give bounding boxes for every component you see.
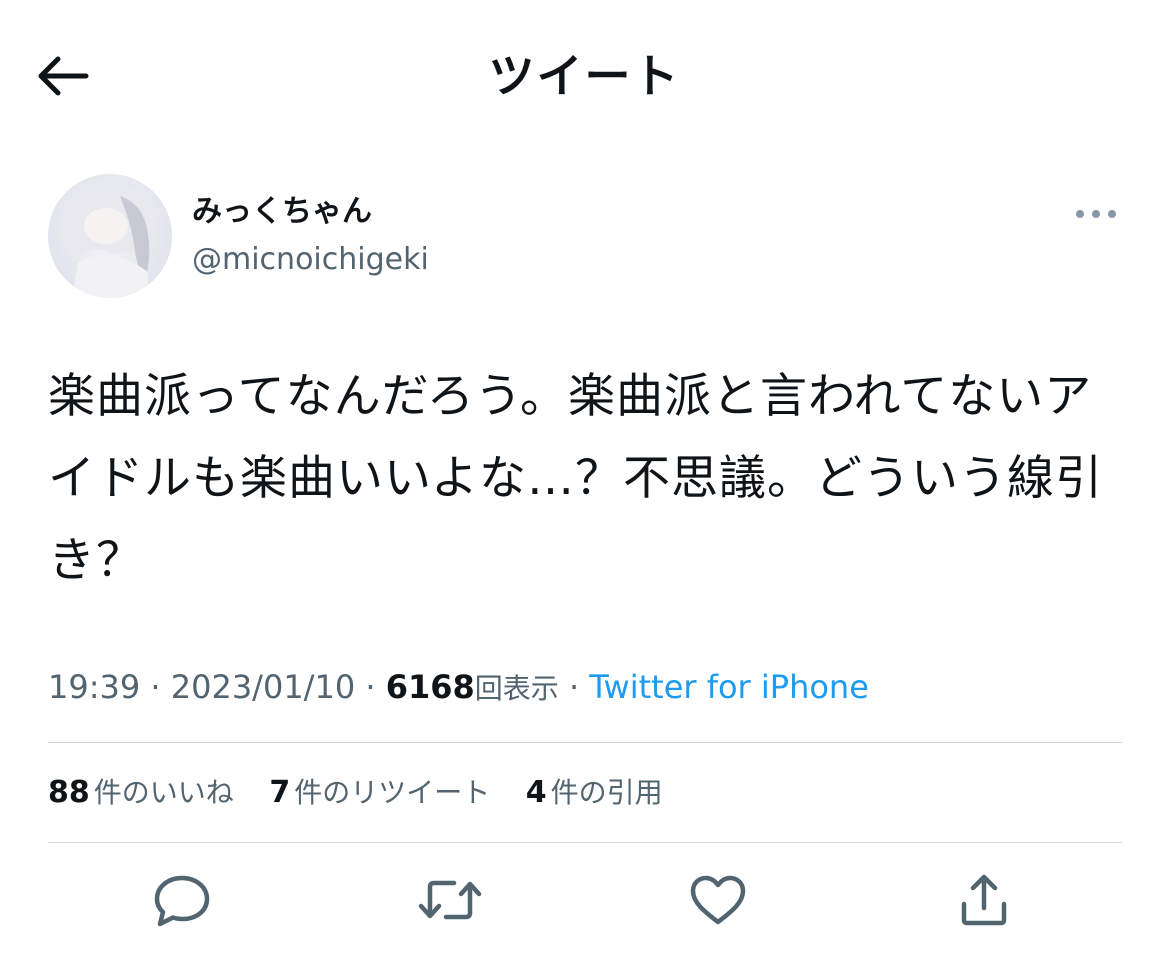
tweet-time[interactable]: 19:39 — [48, 668, 140, 706]
tweet-date[interactable]: 2023/01/10 — [171, 668, 355, 706]
share-button[interactable] — [952, 872, 1016, 932]
retweets-label: 件のリツイート — [294, 776, 491, 809]
tweet-source-link[interactable]: Twitter for iPhone — [589, 668, 869, 706]
meta-separator: · — [568, 668, 580, 706]
meta-separator: · — [150, 668, 161, 706]
quotes-label: 件の引用 — [550, 776, 663, 809]
tweet-stats: 88 件のいいね 7 件のリツイート 4 件の引用 — [48, 770, 689, 816]
views-count: 6168 — [385, 668, 475, 706]
divider — [48, 842, 1122, 843]
likes-stat[interactable]: 88 件のいいね — [48, 770, 234, 816]
more-horizontal-icon — [1074, 205, 1118, 224]
quotes-count: 4 — [525, 775, 547, 810]
author-name[interactable]: みっくちゃん — [192, 190, 372, 234]
divider — [48, 742, 1122, 743]
page-title: ツイート — [488, 49, 681, 103]
likes-count: 88 — [48, 775, 90, 810]
heart-icon — [688, 873, 748, 931]
retweets-count: 7 — [269, 775, 291, 810]
author-handle[interactable]: @micnoichigeki — [192, 238, 429, 282]
avatar[interactable] — [48, 174, 172, 298]
more-options-button[interactable] — [1068, 196, 1124, 232]
tweet-meta: 19:39 · 2023/01/10 · 6168回表示 · Twitter f… — [48, 664, 869, 710]
retweets-stat[interactable]: 7 件のリツイート — [269, 770, 490, 816]
retweet-button[interactable] — [418, 872, 482, 932]
share-icon — [956, 872, 1012, 932]
tweet-text: 楽曲派ってなんだろう。楽曲派と言われてないアイドルも楽曲いいよな…？不思議。どう… — [48, 369, 1104, 588]
quotes-stat[interactable]: 4 件の引用 — [526, 770, 663, 816]
reply-icon — [152, 873, 212, 931]
views-label: 回表示 — [474, 672, 559, 705]
meta-separator: · — [365, 668, 376, 706]
like-button[interactable] — [686, 872, 750, 932]
retweet-icon — [418, 875, 482, 929]
reply-button[interactable] — [150, 872, 214, 932]
likes-label: 件のいいね — [93, 776, 234, 809]
